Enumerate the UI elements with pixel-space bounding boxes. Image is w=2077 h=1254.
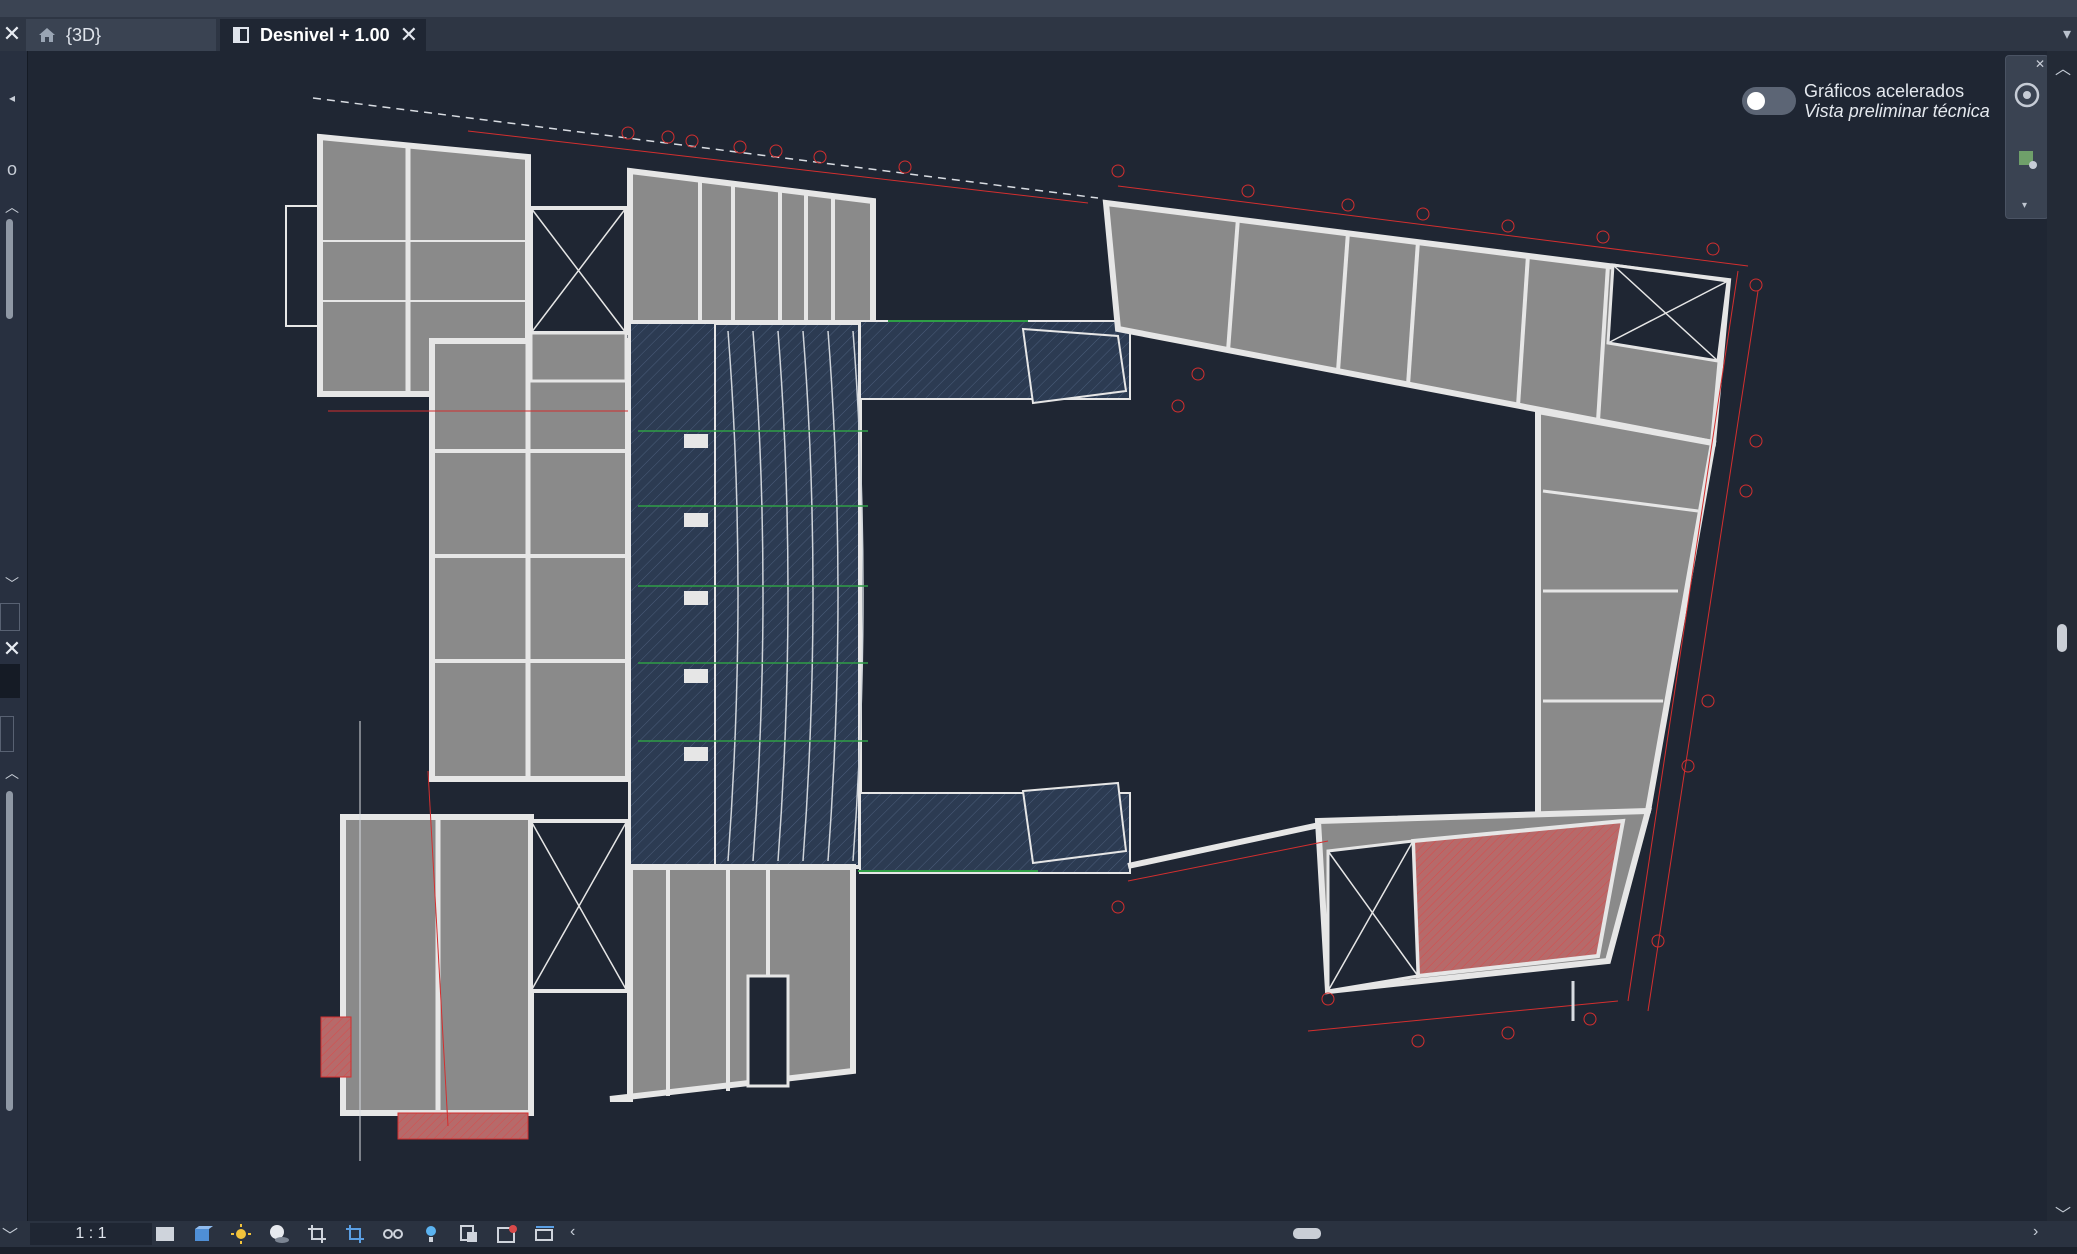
- vertical-scroll-thumb[interactable]: [2057, 624, 2067, 652]
- accelerated-graphics-panel: Gráficos acelerados Vista preliminar téc…: [1742, 81, 1990, 121]
- analytical-model-icon[interactable]: [494, 1223, 520, 1245]
- corridors: [858, 320, 1339, 874]
- crop-view-icon[interactable]: [304, 1223, 330, 1245]
- scroll-up-icon[interactable]: ︿: [0, 197, 24, 217]
- collapse-arrow-icon[interactable]: ◂: [0, 91, 24, 105]
- scroll-down-icon[interactable]: ﹀: [0, 574, 24, 594]
- shadows-icon[interactable]: [266, 1223, 292, 1245]
- show-crop-region-icon[interactable]: [342, 1223, 368, 1245]
- navigation-bar: ✕ ▾: [2005, 55, 2049, 219]
- chevron-down-icon[interactable]: ﹀: [2, 1222, 18, 1246]
- close-icon[interactable]: ✕: [2035, 57, 2045, 71]
- close-tab-button[interactable]: ✕: [400, 22, 418, 48]
- top-strip: [0, 0, 2077, 17]
- steering-wheel-icon[interactable]: [2014, 82, 2040, 108]
- sun-path-icon[interactable]: [228, 1223, 254, 1245]
- close-panel-button[interactable]: ✕: [0, 17, 24, 51]
- horizontal-scroll-thumb[interactable]: [1293, 1228, 1321, 1239]
- properties-scroll-thumb[interactable]: [6, 219, 13, 319]
- visual-style-icon[interactable]: [190, 1223, 216, 1245]
- scale-selector[interactable]: 1 : 1: [30, 1223, 152, 1245]
- zoom-region-icon[interactable]: [2016, 148, 2038, 170]
- browser-field[interactable]: [0, 716, 14, 752]
- west-wing: [285, 133, 631, 1140]
- south-rooms: [609, 864, 856, 1102]
- north-east-wing: [1102, 199, 1732, 447]
- browser-header: [0, 664, 20, 698]
- highlight-displacement-icon[interactable]: [532, 1223, 558, 1245]
- tab-desnivel[interactable]: Desnivel + 1.00 ✕: [220, 19, 426, 51]
- scroll-left-icon[interactable]: ‹: [570, 1223, 575, 1241]
- tab-menu-icon[interactable]: ▾: [2063, 24, 2071, 44]
- chevron-down-icon[interactable]: ▾: [2022, 200, 2027, 211]
- worksharing-icon[interactable]: [456, 1223, 482, 1245]
- graphics-subtitle: Vista preliminar técnica: [1804, 101, 1990, 121]
- close-browser-button[interactable]: ✕: [0, 636, 24, 662]
- view-control-bar: ﹀ 1 : 1 ‹ ›: [0, 1221, 2077, 1247]
- temporary-hide-icon[interactable]: [380, 1223, 406, 1245]
- browser-scroll-up-icon[interactable]: ︿: [0, 763, 24, 783]
- reveal-hidden-icon[interactable]: [418, 1223, 444, 1245]
- browser-scroll-thumb[interactable]: [6, 791, 13, 1111]
- east-wing: [1535, 407, 1717, 845]
- scroll-right-icon[interactable]: ›: [2033, 1223, 2038, 1241]
- panel-field[interactable]: [0, 603, 20, 631]
- north-rooms: [627, 167, 876, 326]
- tab-label: Desnivel + 1.00: [260, 24, 390, 45]
- south-east-wing: [1314, 807, 1652, 995]
- vertical-scrollbar[interactable]: ︿ ﹀: [2047, 51, 2077, 1226]
- floor-plan-view-icon: [230, 24, 252, 46]
- drawing-canvas[interactable]: [28, 51, 2043, 1221]
- left-dock: ◂ o ︿ ﹀ ✕ ︿ ﹀: [0, 51, 28, 1241]
- tab-label: {3D}: [66, 24, 102, 45]
- graphics-title: Gráficos acelerados: [1804, 81, 1965, 101]
- properties-partial-label: o: [6, 159, 17, 179]
- bottom-strip: [0, 1247, 2077, 1254]
- floor-plan: [285, 97, 1763, 1161]
- auditorium: [628, 321, 868, 869]
- tab-3d[interactable]: {3D}: [26, 19, 216, 51]
- home-icon: [36, 24, 58, 46]
- scroll-up-icon[interactable]: ︿: [2055, 55, 2071, 79]
- accelerated-graphics-toggle[interactable]: [1742, 87, 1796, 115]
- detail-level-icon[interactable]: [152, 1223, 178, 1245]
